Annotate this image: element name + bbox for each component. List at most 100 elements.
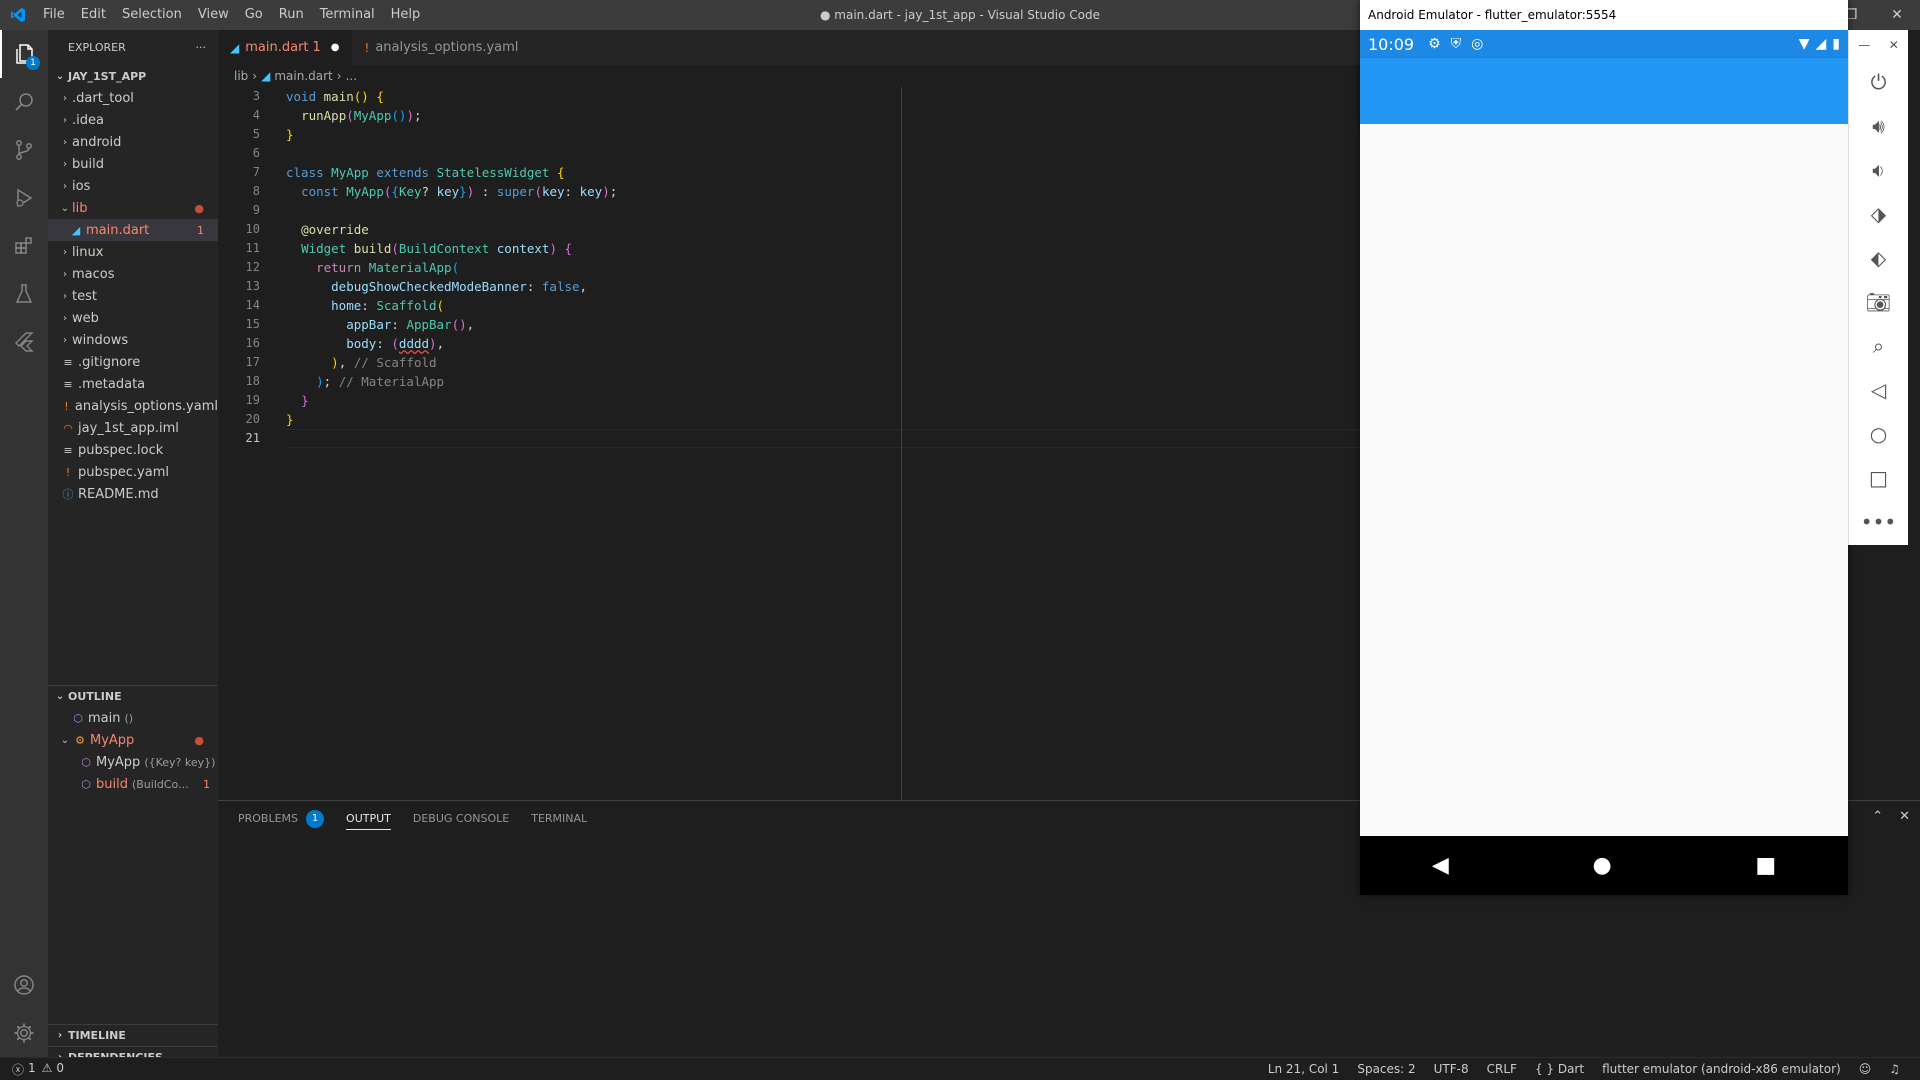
testing-button[interactable] (0, 270, 48, 318)
run-debug-button[interactable] (0, 174, 48, 222)
close-icon[interactable]: ✕ (1889, 38, 1899, 52)
line-ending[interactable]: CRLF (1487, 1062, 1517, 1076)
explorer-item-pubspec-lock[interactable]: ≡ pubspec.lock (48, 439, 218, 461)
feedback-icon[interactable]: ☺ (1859, 1062, 1872, 1076)
volume-down-button[interactable]: 🔉︎ (1849, 148, 1908, 192)
tab-output[interactable]: OUTPUT (346, 801, 391, 836)
zoom-button[interactable]: ⌕ (1849, 324, 1908, 368)
power-button[interactable]: ⏻ (1849, 60, 1908, 104)
back-button[interactable]: ◁ (1849, 368, 1908, 412)
outline-item-main[interactable]: ⬡ main () (48, 707, 218, 729)
vertical-ruler (901, 87, 902, 800)
camera-icon: 📷︎ (1865, 290, 1892, 314)
screenshot-button[interactable]: 📷︎ (1849, 280, 1908, 324)
breadcrumb-file[interactable]: main.dart (274, 69, 332, 83)
explorer-item-idea[interactable]: › .idea (48, 109, 218, 131)
menu-terminal[interactable]: Terminal (312, 0, 383, 30)
tab-problems[interactable]: PROBLEMS 1 (238, 801, 325, 836)
more-button[interactable]: ••• (1849, 500, 1908, 544)
bell-icon[interactable]: ♫ (1889, 1062, 1900, 1076)
explorer-item-readme-md[interactable]: ⓘ README.md (48, 483, 218, 505)
unsaved-dot-icon[interactable]: ● (331, 42, 340, 53)
menu-bar: File Edit Selection View Go Run Terminal… (35, 0, 428, 30)
power-icon: ⏻ (1870, 70, 1887, 94)
code-editor[interactable]: 3 4 5 6 7 8 9 10 11 12 13 14 15 16 17 18 19 20 21 void mai… (218, 87, 1360, 800)
explorer-item-linux[interactable]: › linux (48, 241, 218, 263)
menu-help[interactable]: Help (383, 0, 429, 30)
tab-debug-console[interactable]: DEBUG CONSOLE (413, 801, 509, 836)
explorer-item-macos[interactable]: › macos (48, 263, 218, 285)
menu-edit[interactable]: Edit (73, 0, 114, 30)
explorer-item-main-dart[interactable]: ◢ main.dart 1 (48, 219, 218, 241)
explorer-item-windows[interactable]: › windows (48, 329, 218, 351)
explorer-item-jay-1st-app-iml[interactable]: ◠ jay_1st_app.iml (48, 417, 218, 439)
code-line: void main() { (286, 89, 384, 104)
explorer-item-ios[interactable]: › ios (48, 175, 218, 197)
back-icon[interactable]: ◀ (1432, 853, 1449, 878)
run-debug-icon (16, 188, 33, 208)
menu-view[interactable]: View (190, 0, 237, 30)
cursor-position[interactable]: Ln 21, Col 1 (1268, 1062, 1340, 1076)
encoding[interactable]: UTF-8 (1434, 1062, 1469, 1076)
explorer-item-dart-tool[interactable]: › .dart_tool (48, 87, 218, 109)
indentation[interactable]: Spaces: 2 (1357, 1062, 1415, 1076)
home-icon[interactable]: ● (1592, 853, 1611, 878)
chevron-up-icon[interactable]: ⌃ (1872, 809, 1883, 824)
error-dot-icon: ● (194, 201, 204, 215)
explorer-item-web[interactable]: › web (48, 307, 218, 329)
breadcrumb-symbol[interactable]: ... (346, 69, 357, 83)
file-icon: ≡ (63, 377, 73, 391)
code-content[interactable]: void main() { runApp(MyApp()); } class M… (286, 87, 617, 448)
source-control-button[interactable] (0, 126, 48, 174)
close-panel-icon[interactable]: ✕ (1899, 809, 1910, 824)
app-body[interactable] (1360, 124, 1848, 836)
device-selector[interactable]: flutter emulator (android-x86 emulator) (1602, 1062, 1841, 1076)
overview-button[interactable]: □ (1849, 456, 1908, 500)
tab-analysis-options[interactable]: ! analysis_options.yaml (353, 30, 532, 65)
flutter-button[interactable] (0, 318, 48, 366)
explorer-item-analysis-options-yaml[interactable]: ! analysis_options.yaml (48, 395, 218, 417)
volume-up-button[interactable]: 🔊︎ (1849, 104, 1908, 148)
explorer-button[interactable]: 1 (0, 30, 48, 78)
explorer-item-lib[interactable]: ⌄ lib ● (48, 197, 218, 219)
menu-go[interactable]: Go (237, 0, 271, 30)
search-button[interactable] (0, 78, 48, 126)
manage-button[interactable] (0, 1009, 48, 1057)
accounts-button[interactable] (0, 961, 48, 1009)
tab-terminal[interactable]: TERMINAL (531, 801, 587, 836)
timeline-section[interactable]: › TIMELINE (48, 1024, 218, 1046)
recents-icon[interactable]: ■ (1755, 853, 1776, 878)
chevron-down-icon: ⌄ (60, 202, 70, 214)
close-icon[interactable]: ✕ (1874, 0, 1920, 30)
rotate-left-button[interactable]: ⬗ (1849, 192, 1908, 236)
explorer-item-metadata[interactable]: ≡ .metadata (48, 373, 218, 395)
explorer-item-gitignore[interactable]: ≡ .gitignore (48, 351, 218, 373)
panel-controls: ⌃ ✕ (1872, 809, 1910, 824)
tab-main-dart[interactable]: ◢ main.dart 1 ● (218, 30, 353, 65)
outline-item-constructor[interactable]: ⬡ MyApp ({Key? key}) (48, 751, 218, 773)
rotate-right-button[interactable]: ⬖ (1849, 236, 1908, 280)
outline-item-myapp[interactable]: ⌄ ⚙ MyApp ● (48, 729, 218, 751)
rss-icon: ◠ (63, 421, 73, 435)
line-number: 4 (252, 108, 260, 122)
outline-section[interactable]: ⌄ OUTLINE (48, 685, 218, 707)
menu-run[interactable]: Run (271, 0, 312, 30)
outline-item-build[interactable]: ⬡ build (BuildCo... 1 (48, 773, 218, 795)
explorer-item-pubspec-yaml[interactable]: ! pubspec.yaml (48, 461, 218, 483)
explorer-item-android[interactable]: › android (48, 131, 218, 153)
minimize-icon[interactable]: — (1858, 38, 1870, 52)
explorer-item-test[interactable]: › test (48, 285, 218, 307)
explorer-item-build[interactable]: › build (48, 153, 218, 175)
menu-selection[interactable]: Selection (114, 0, 190, 30)
language-mode[interactable]: { } Dart (1535, 1062, 1584, 1076)
chevron-right-icon: › (63, 92, 67, 104)
menu-file[interactable]: File (35, 0, 73, 30)
project-section[interactable]: ⌄ JAY_1ST_APP (48, 65, 218, 87)
breadcrumb-folder[interactable]: lib (234, 69, 248, 83)
chevron-right-icon: › (63, 136, 67, 148)
problems-status[interactable]: ⓧ 1 ⚠ 0 (0, 1061, 64, 1078)
rotate-left-icon: ⬗ (1870, 202, 1887, 226)
extensions-button[interactable] (0, 222, 48, 270)
more-actions-button[interactable]: ··· (196, 41, 207, 54)
home-button[interactable]: ○ (1849, 412, 1908, 456)
